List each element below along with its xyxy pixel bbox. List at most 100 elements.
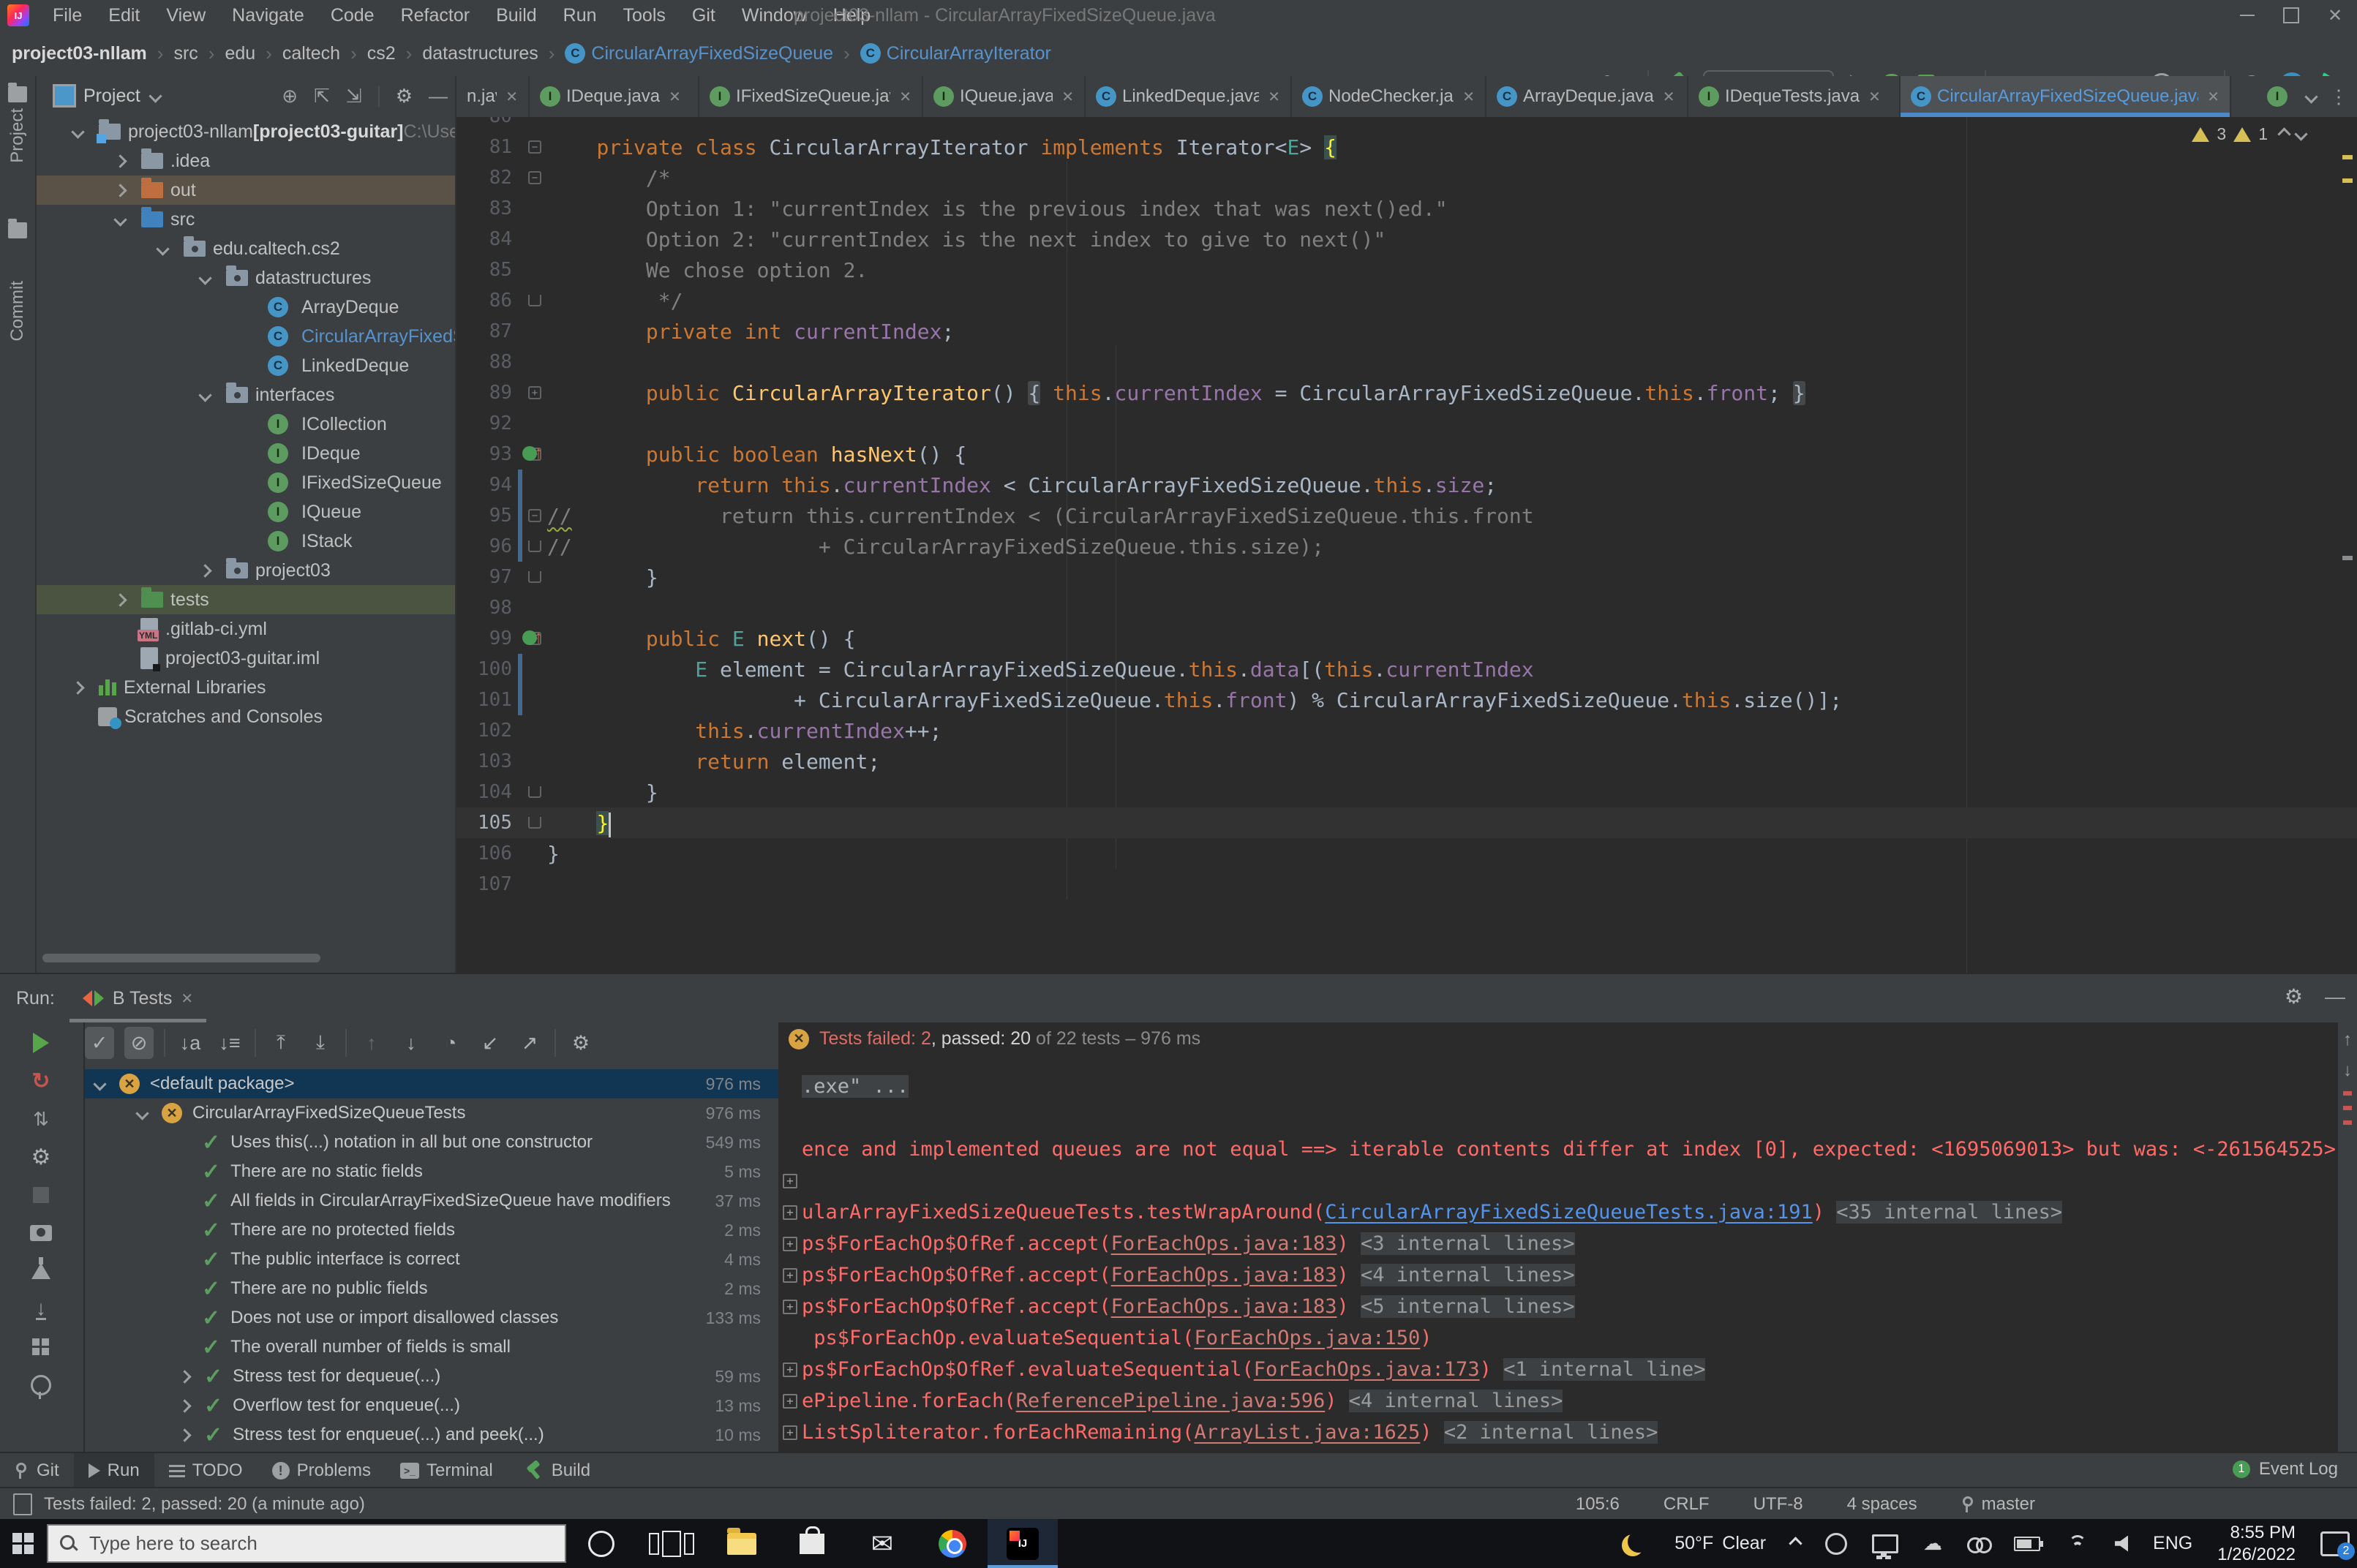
- chevron-down-icon[interactable]: [71, 124, 85, 139]
- pin-tab-button[interactable]: [26, 1371, 56, 1400]
- show-ignored-button[interactable]: ⊘: [124, 1027, 154, 1059]
- settings-gear-icon[interactable]: ⚙: [396, 85, 413, 108]
- show-hidden-icons-button[interactable]: [1789, 1537, 1802, 1550]
- fold-gutter[interactable]: [522, 807, 547, 838]
- close-icon[interactable]: ✕: [1268, 88, 1280, 106]
- sort-alphabetically-button[interactable]: ↓a: [176, 1027, 205, 1059]
- previous-failed-test-button[interactable]: ↑: [357, 1027, 386, 1059]
- fold-gutter[interactable]: −: [522, 500, 547, 531]
- console-line[interactable]: + ps$ForEachOp$OfRef.accept(ForEachOps.ja…: [780, 1291, 2338, 1322]
- close-button[interactable]: ✕: [2313, 0, 2357, 31]
- code-line-107[interactable]: 107: [456, 869, 2357, 900]
- tab-iqueue-java[interactable]: I IQueue.java ✕: [923, 76, 1086, 117]
- console-fold-icon[interactable]: +: [783, 1205, 797, 1220]
- tree-item-scratches-and-consoles[interactable]: Scratches and Consoles: [37, 702, 455, 731]
- fold-end-icon[interactable]: [528, 295, 541, 306]
- breadcrumb-item[interactable]: src: [173, 43, 198, 64]
- console-line[interactable]: + ularArrayFixedSizeQueueTests.testWrapAr…: [780, 1196, 2338, 1228]
- chevron-right-icon[interactable]: [178, 1398, 192, 1413]
- toolwindow-todo[interactable]: TODO: [154, 1453, 257, 1488]
- fold-gutter[interactable]: −: [522, 162, 547, 193]
- hidden-tab-interface-icon[interactable]: I: [2267, 86, 2288, 107]
- tree-item-datastructures[interactable]: datastructures: [37, 263, 455, 293]
- battery-icon[interactable]: [2014, 1536, 2044, 1551]
- test-history-button[interactable]: ◔: [436, 1027, 465, 1059]
- code-line-99[interactable]: 99− public E next() {: [456, 623, 2357, 654]
- fold-gutter[interactable]: [522, 685, 547, 715]
- chevron-right-icon[interactable]: [198, 563, 212, 578]
- test-row[interactable]: ✓ The public interface is correct 4 ms: [85, 1245, 778, 1274]
- test-row[interactable]: ✓ Does not use or import disallowed class…: [85, 1303, 778, 1333]
- chevron-down-icon[interactable]: [149, 88, 162, 103]
- test-row[interactable]: ✓ All fields in CircularArrayFixedSizeQue…: [85, 1186, 778, 1215]
- folder-stripe-icon[interactable]: [0, 219, 35, 238]
- test-row[interactable]: ✓ Stress test for enqueue(...) and peek(.…: [85, 1420, 778, 1450]
- thread-snapshot-button[interactable]: [26, 1218, 56, 1248]
- stack-trace-link[interactable]: CircularArrayFixedSizeQueueTests.java:19…: [1325, 1201, 1812, 1224]
- code-line-95[interactable]: 95 −// return this.currentIndex < (Circul…: [456, 500, 2357, 531]
- close-icon[interactable]: ✕: [505, 88, 518, 106]
- tree-item-src[interactable]: src: [37, 205, 455, 234]
- rerun-tests-button[interactable]: [26, 1028, 56, 1058]
- fold-gutter[interactable]: [522, 838, 547, 869]
- chevron-down-icon[interactable]: [198, 271, 212, 285]
- stack-trace-link[interactable]: ForEachOps.java:183: [1111, 1264, 1337, 1286]
- toolwindow-terminal[interactable]: >_ Terminal: [386, 1453, 508, 1488]
- tree-item-ideque[interactable]: I IDeque: [37, 439, 455, 468]
- console-fold-icon[interactable]: +: [783, 1425, 797, 1440]
- error-stripe-mark[interactable]: [2342, 155, 2353, 159]
- tab-linkeddeque-java[interactable]: C LinkedDeque.java ✕: [1086, 76, 1292, 117]
- search-input[interactable]: Type here to search: [47, 1524, 566, 1563]
- code-line-86[interactable]: 86 */: [456, 285, 2357, 316]
- tree-item-iqueue[interactable]: I IQueue: [37, 497, 455, 527]
- sidebar-item-commit[interactable]: Commit: [0, 281, 35, 342]
- console-line[interactable]: + ps$ForEachOp$OfRef.evaluateSequential(F…: [780, 1354, 2338, 1385]
- code-line-97[interactable]: 97 }: [456, 562, 2357, 592]
- menu-edit[interactable]: Edit: [95, 0, 153, 31]
- tree-item-project03-guitar-iml[interactable]: project03-guitar.iml: [37, 644, 455, 673]
- menu-navigate[interactable]: Navigate: [219, 0, 317, 31]
- menu-refactor[interactable]: Refactor: [388, 0, 483, 31]
- status-message[interactable]: Tests failed: 2, passed: 20 (a minute ag…: [44, 1494, 365, 1515]
- fold-end-icon[interactable]: [528, 817, 541, 829]
- code-line-102[interactable]: 102 this.currentIndex++;: [456, 715, 2357, 746]
- start-button[interactable]: [0, 1519, 47, 1568]
- editor-options-kebab-icon[interactable]: ⋮: [2329, 86, 2350, 108]
- chevron-right-icon[interactable]: [113, 592, 127, 607]
- toggle-auto-test-button[interactable]: ⇅: [26, 1104, 56, 1134]
- weather-moon-icon[interactable]: [1628, 1531, 1650, 1553]
- action-center-button[interactable]: 2: [2320, 1531, 2355, 1560]
- project-view-label[interactable]: Project: [83, 86, 140, 107]
- fold-gutter[interactable]: [522, 193, 547, 224]
- code-line-82[interactable]: 82 − /*: [456, 162, 2357, 193]
- tree-item-istack[interactable]: I IStack: [37, 527, 455, 556]
- scroll-down-icon[interactable]: ↓: [2343, 1060, 2352, 1081]
- breadcrumb-item[interactable]: cs2: [367, 43, 396, 64]
- chevron-down-icon[interactable]: [93, 1077, 107, 1091]
- stack-trace-link[interactable]: ForEachOps.java:173: [1254, 1358, 1480, 1381]
- tree-item-ifixedsizequeue[interactable]: I IFixedSizeQueue: [37, 468, 455, 497]
- code-line-87[interactable]: 87 private int currentIndex;: [456, 316, 2357, 347]
- settings-gear-icon[interactable]: ⚙: [2285, 984, 2303, 1009]
- code-line-104[interactable]: 104 }: [456, 777, 2357, 807]
- volume-icon[interactable]: [2115, 1535, 2129, 1552]
- locate-file-button[interactable]: ⊕: [282, 85, 298, 108]
- previous-issue-icon[interactable]: [2277, 127, 2291, 141]
- breadcrumb-item[interactable]: C CircularArrayFixedSizeQueue: [565, 43, 833, 64]
- tree-item-out[interactable]: out: [37, 176, 455, 205]
- console-line[interactable]: + ListSpliterator.forEachRemaining(ArrayL…: [780, 1417, 2338, 1448]
- fold-gutter[interactable]: [522, 224, 547, 255]
- import-test-results-button[interactable]: ↓: [26, 1294, 56, 1324]
- breadcrumb-item[interactable]: edu: [225, 43, 255, 64]
- taskbar-app-microsoft-store[interactable]: [777, 1519, 847, 1568]
- status-utf-8[interactable]: UTF-8: [1753, 1494, 1803, 1515]
- close-icon[interactable]: ✕: [669, 88, 681, 106]
- breadcrumb-item[interactable]: caltech: [282, 43, 340, 64]
- chevron-down-icon[interactable]: [135, 1106, 149, 1120]
- hide-panel-button[interactable]: —: [2325, 985, 2345, 1009]
- stack-trace-link[interactable]: ArrayList.java:1625: [1194, 1421, 1420, 1444]
- code-line-81[interactable]: 81 − private class CircularArrayIterator …: [456, 132, 2357, 162]
- console-line[interactable]: + ps$ForEachOp$OfRef.accept(ForEachOps.ja…: [780, 1259, 2338, 1291]
- chevron-right-icon[interactable]: [178, 1369, 192, 1384]
- run-tab-btests[interactable]: B Tests ✕: [69, 974, 206, 1022]
